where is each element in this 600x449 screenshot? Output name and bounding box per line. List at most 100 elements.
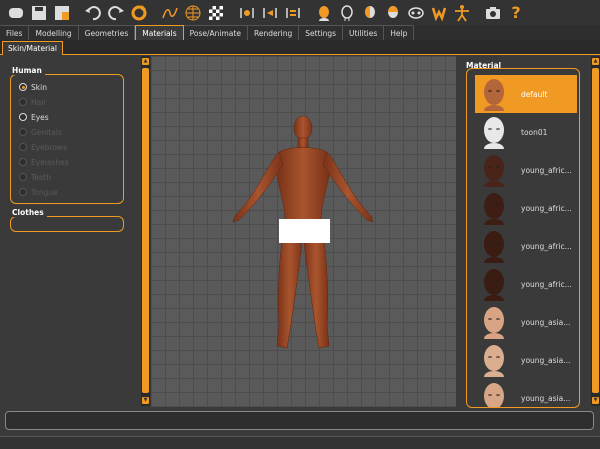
radio-button-icon xyxy=(19,143,27,151)
radio-label: Hair xyxy=(31,97,47,107)
window-icon[interactable] xyxy=(6,3,26,23)
radio-eyelashes: Eyelashes xyxy=(19,156,69,168)
material-item[interactable]: young_asia... xyxy=(475,341,577,379)
bottom-area xyxy=(0,436,600,449)
hands-icon[interactable] xyxy=(429,3,449,23)
scroll-up-arrow[interactable]: ▲ xyxy=(592,58,599,65)
material-item[interactable]: young_asia... xyxy=(475,303,577,341)
material-label: toon01 xyxy=(521,127,548,137)
radio-button-icon xyxy=(19,128,27,136)
radio-button-icon xyxy=(19,83,27,91)
reset-icon[interactable] xyxy=(129,3,149,23)
grid-icon[interactable] xyxy=(183,3,203,23)
save-icon[interactable] xyxy=(29,3,49,23)
radio-teeth: Teeth xyxy=(19,171,51,183)
material-thumbnail xyxy=(477,153,511,187)
tab-help[interactable]: Help xyxy=(384,25,415,40)
subtab-skin-material[interactable]: Skin/Material xyxy=(2,41,63,55)
material-thumbnail xyxy=(477,77,511,111)
material-label: default xyxy=(521,89,548,99)
human-model xyxy=(232,115,374,349)
tab-files[interactable]: Files xyxy=(0,25,30,40)
figure-icon[interactable] xyxy=(452,3,472,23)
radio-label: Genitals xyxy=(31,127,62,137)
right-scrollbar[interactable]: ▲ ▼ xyxy=(591,56,600,406)
material-item[interactable]: young_afric... xyxy=(475,265,577,303)
radio-label: Skin xyxy=(31,82,47,92)
radio-label: Eyebrows xyxy=(31,142,68,152)
sub-tabs: Skin/Material xyxy=(0,40,600,55)
material-item[interactable]: default xyxy=(475,75,577,113)
material-item[interactable]: young_afric... xyxy=(475,227,577,265)
mask-icon[interactable] xyxy=(406,3,426,23)
radio-genitals: Genitals xyxy=(19,126,62,138)
material-item[interactable]: toon01 xyxy=(475,113,577,151)
back-view-icon[interactable] xyxy=(260,3,280,23)
undo-icon[interactable] xyxy=(83,3,103,23)
material-thumbnail xyxy=(477,343,511,377)
clothes-group: Clothes xyxy=(10,208,124,232)
material-item[interactable]: young_afric... xyxy=(475,189,577,227)
head-top-icon[interactable] xyxy=(383,3,403,23)
tab-settings[interactable]: Settings xyxy=(299,25,344,40)
tab-pose-animate[interactable]: Pose/Animate xyxy=(183,25,248,40)
material-thumbnail xyxy=(477,229,511,263)
app-window: ? Files Modelling Geometries Materials Pose/… xyxy=(0,0,600,449)
material-label: young_afric... xyxy=(521,165,572,175)
material-item[interactable]: young_asia... xyxy=(475,379,577,407)
scroll-thumb[interactable] xyxy=(142,68,149,393)
scroll-thumb[interactable] xyxy=(592,68,599,393)
radio-button-icon xyxy=(19,113,27,121)
tab-utilities[interactable]: Utilities xyxy=(343,25,385,40)
radio-eyebrows: Eyebrows xyxy=(19,141,67,153)
material-label: young_asia... xyxy=(521,317,571,327)
radio-label: Teeth xyxy=(31,172,52,182)
screenshot-icon[interactable] xyxy=(483,3,503,23)
human-group: Human Skin Hair Eyes Genitals Eyebrows Eyelas… xyxy=(10,66,124,204)
clothes-title: Clothes xyxy=(12,208,47,217)
material-thumbnail xyxy=(477,115,511,149)
checker-icon[interactable] xyxy=(206,3,226,23)
head-side-icon[interactable] xyxy=(360,3,380,23)
radio-skin[interactable]: Skin xyxy=(19,81,47,93)
front-view-icon[interactable] xyxy=(237,3,257,23)
material-item[interactable]: young_afric... xyxy=(475,151,577,189)
left-scrollbar[interactable]: ▲ ▼ xyxy=(141,56,150,406)
head-icon[interactable] xyxy=(314,3,334,23)
censor-box xyxy=(279,219,330,243)
material-thumbnail xyxy=(477,305,511,339)
radio-label: Eyelashes xyxy=(31,157,69,167)
material-label: young_asia... xyxy=(521,355,571,365)
material-label: young_afric... xyxy=(521,203,572,213)
material-list: default toon01 young_afric... young_afric..… xyxy=(466,68,580,408)
right-panel: Material default toon01 young_afric... youn… xyxy=(462,56,600,408)
scroll-down-arrow[interactable]: ▼ xyxy=(142,397,149,404)
wireframe-icon[interactable] xyxy=(160,3,180,23)
radio-button-icon xyxy=(19,158,27,166)
neck-icon[interactable] xyxy=(337,3,357,23)
material-label: young_asia... xyxy=(521,393,571,403)
redo-icon[interactable] xyxy=(106,3,126,23)
tab-rendering[interactable]: Rendering xyxy=(247,25,300,40)
material-label: young_afric... xyxy=(521,279,572,289)
help-icon[interactable]: ? xyxy=(506,3,526,23)
radio-button-icon xyxy=(19,98,27,106)
radio-button-icon xyxy=(19,173,27,181)
radio-button-icon xyxy=(19,188,27,196)
radio-label: Tongue xyxy=(31,187,58,197)
tab-modelling[interactable]: Modelling xyxy=(29,25,79,40)
left-panel: Human Skin Hair Eyes Genitals Eyebrows Eyelas… xyxy=(0,56,140,406)
radio-hair: Hair xyxy=(19,96,46,108)
help-label: ? xyxy=(511,3,521,22)
material-thumbnail xyxy=(477,381,511,407)
tab-materials[interactable]: Materials xyxy=(135,25,184,40)
radio-eyes[interactable]: Eyes xyxy=(19,111,49,123)
3d-viewport[interactable] xyxy=(151,56,456,407)
main-tabs: Files Modelling Geometries Materials Pose/An… xyxy=(0,25,600,40)
tab-geometries[interactable]: Geometries xyxy=(78,25,136,40)
scroll-down-arrow[interactable]: ▼ xyxy=(592,397,599,404)
scroll-up-arrow[interactable]: ▲ xyxy=(142,58,149,65)
export-icon[interactable] xyxy=(52,3,72,23)
radio-label: Eyes xyxy=(31,112,49,122)
side-view-icon[interactable] xyxy=(283,3,303,23)
